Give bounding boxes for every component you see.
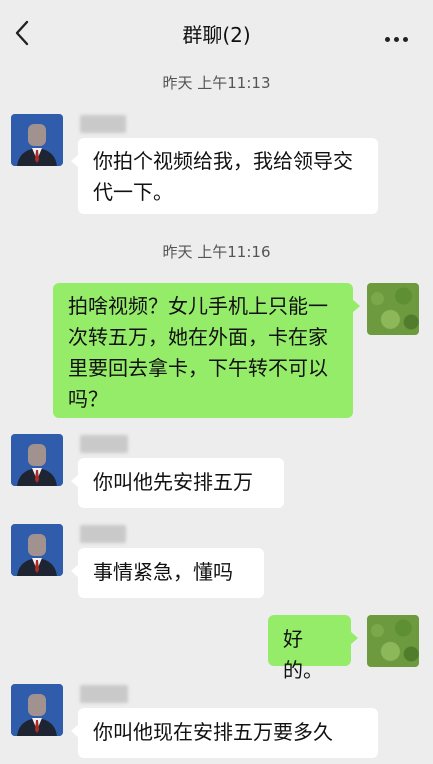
message-text: 事情紧急，懂吗 xyxy=(93,560,233,584)
person-avatar-icon xyxy=(11,524,63,576)
message-bubble[interactable]: 好的。 xyxy=(268,615,358,682)
message-bubble[interactable]: 你拍个视频给我，我给领导交代一下。 xyxy=(71,138,378,214)
person-avatar-icon xyxy=(11,684,63,736)
message-bubble[interactable]: 拍啥视频？女儿手机上只能一次转五万，她在外面，卡在家里要回去拿卡，下午转不可以吗… xyxy=(53,283,360,418)
avatar[interactable] xyxy=(11,524,63,576)
more-button[interactable] xyxy=(385,27,413,42)
message-text: 好的。 xyxy=(283,627,323,682)
timestamp: 昨天 上午11:13 xyxy=(162,74,271,92)
person-avatar-icon xyxy=(11,114,63,166)
timestamp: 昨天 上午11:16 xyxy=(162,243,271,261)
person-avatar-icon xyxy=(11,434,63,486)
message-bubble[interactable]: 你叫他先安排五万 xyxy=(71,458,284,508)
avatar[interactable] xyxy=(11,114,63,166)
sender-name-blurred xyxy=(80,525,126,543)
sender-name-blurred xyxy=(80,435,128,453)
sender-name-blurred xyxy=(80,115,126,133)
chat-header: 群聊(2) xyxy=(0,0,433,66)
self-avatar[interactable] xyxy=(367,283,419,335)
message-text: 你叫他现在安排五万要多久 xyxy=(93,720,333,744)
message-bubble[interactable]: 你叫他现在安排五万要多久 xyxy=(71,708,378,758)
message-text: 你拍个视频给我，我给领导交代一下。 xyxy=(93,149,353,204)
message-text: 拍啥视频？女儿手机上只能一次转五万，她在外面，卡在家里要回去拿卡，下午转不可以吗… xyxy=(68,294,328,411)
sender-name-blurred xyxy=(80,685,128,703)
message-bubble[interactable]: 事情紧急，懂吗 xyxy=(71,548,264,598)
avatar[interactable] xyxy=(11,434,63,486)
avatar[interactable] xyxy=(11,684,63,736)
more-horizontal-icon xyxy=(385,37,390,42)
message-text: 你叫他先安排五万 xyxy=(93,470,253,494)
chat-title: 群聊(2) xyxy=(182,23,251,47)
self-avatar[interactable] xyxy=(367,615,419,667)
